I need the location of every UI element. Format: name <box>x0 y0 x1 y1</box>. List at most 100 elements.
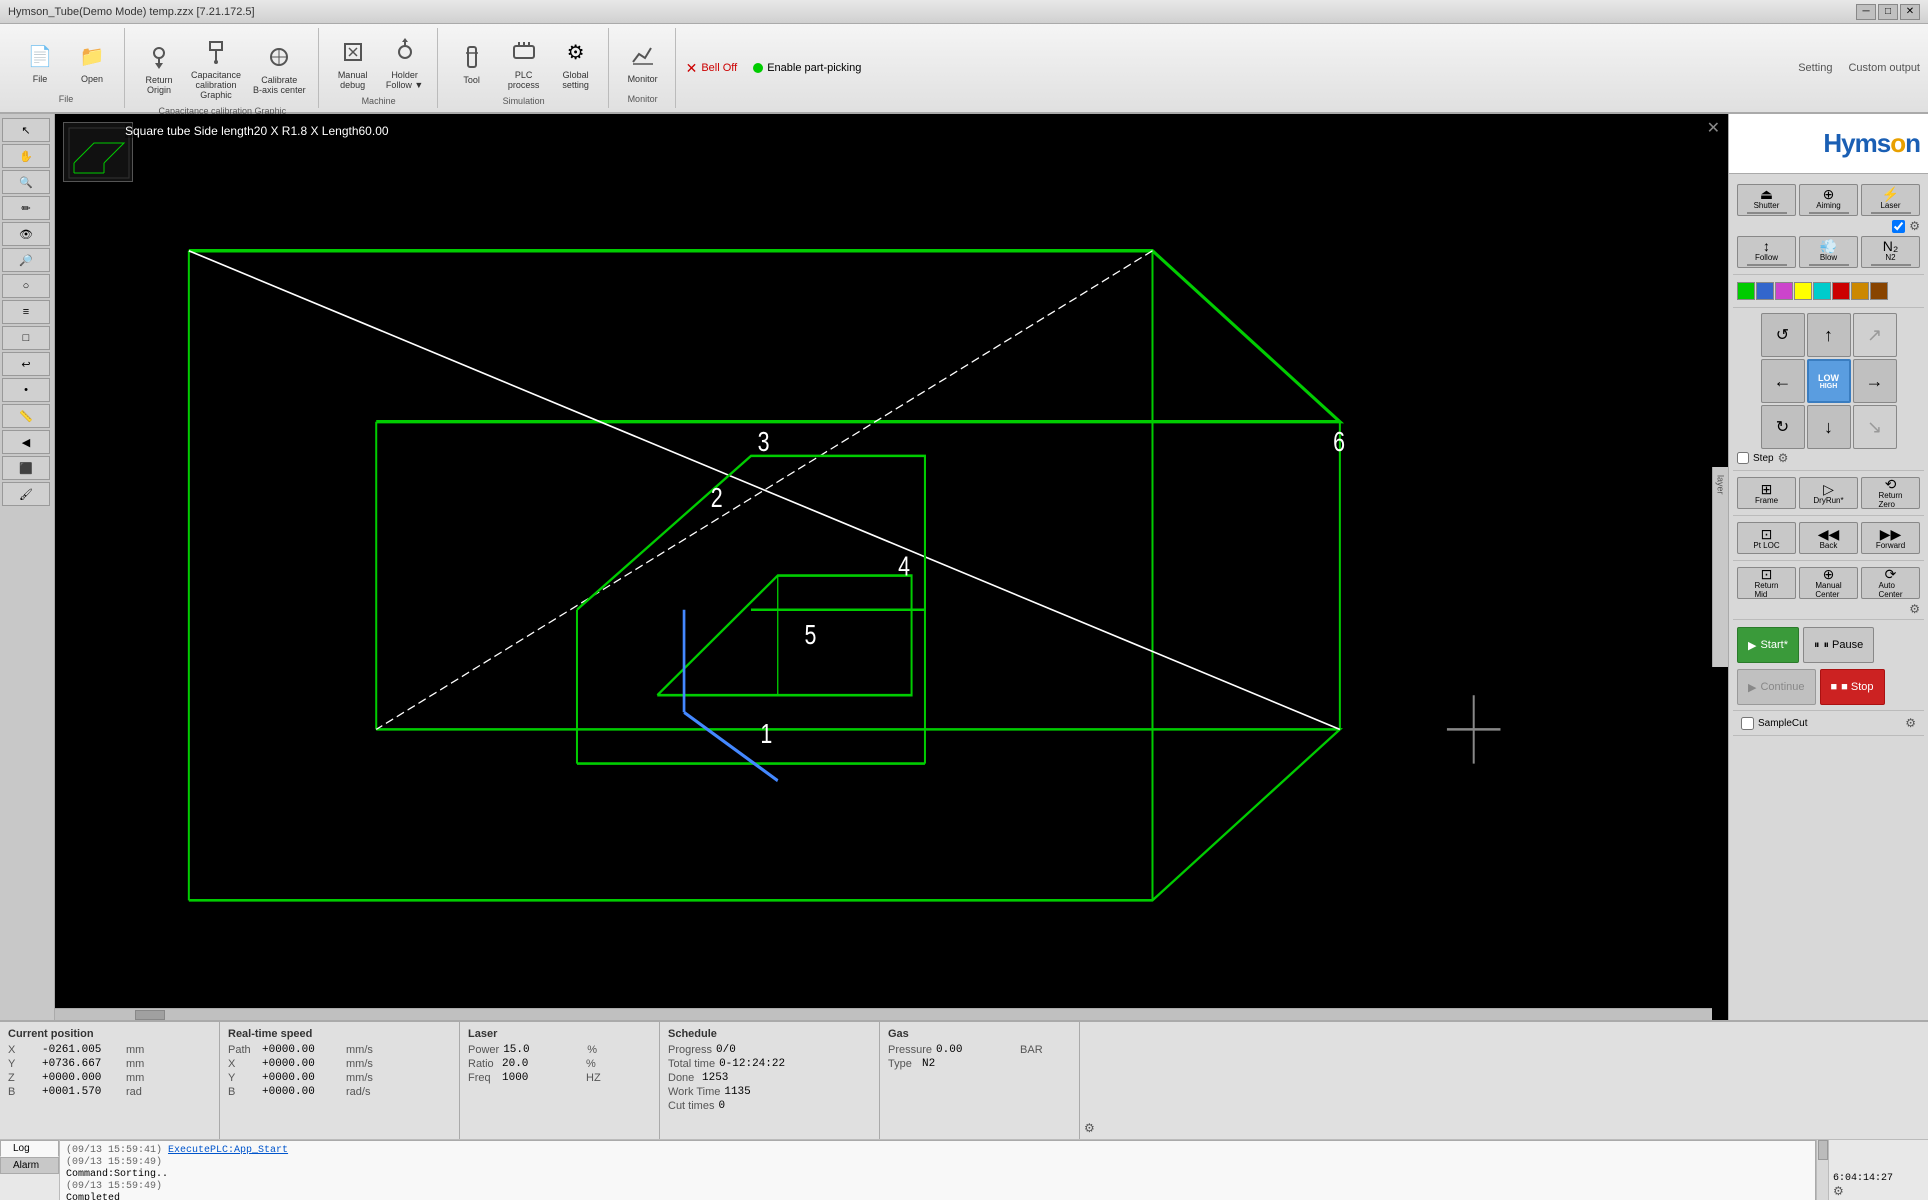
bottom-gear-icon[interactable]: ⚙ <box>1084 1121 1095 1135</box>
window-controls[interactable]: ─ □ ✕ <box>1856 4 1920 20</box>
log-entry-3: Command:Sorting.. <box>66 1169 1809 1180</box>
tool-prev[interactable]: ◀ <box>2 430 50 454</box>
tool-select[interactable]: ↖ <box>2 118 50 142</box>
color-brown[interactable] <box>1870 282 1888 300</box>
stop-button[interactable]: ■ ■ Stop <box>1820 669 1885 705</box>
auto-center-button[interactable]: ⟳ AutoCenter <box>1861 567 1920 599</box>
dry-run-button[interactable]: ▷ DryRun* <box>1799 477 1858 509</box>
setting-label: Setting <box>1798 62 1832 74</box>
step-checkbox[interactable] <box>1737 452 1749 464</box>
log-tab[interactable]: Log <box>0 1140 59 1157</box>
log-settings-icon[interactable]: ⚙ <box>1833 1184 1924 1198</box>
laser-gear-icon[interactable]: ⚙ <box>1909 219 1920 233</box>
move-down-right-button[interactable]: ↘ <box>1853 405 1897 449</box>
calibrate-button[interactable]: CalibrateB-axis center <box>249 37 310 99</box>
center-gear-icon[interactable]: ⚙ <box>1909 602 1920 616</box>
sample-cut-gear-icon[interactable]: ⚙ <box>1905 716 1916 730</box>
back-button[interactable]: ◀◀ Back <box>1799 522 1858 554</box>
return-zero-button[interactable]: ⟲ ReturnZero <box>1861 477 1920 509</box>
tool-zoom-out[interactable]: 🔎 <box>2 248 50 272</box>
restore-button[interactable]: □ <box>1878 4 1898 20</box>
return-mid-icon: ⊡ <box>1761 567 1773 581</box>
tool-brush[interactable]: 🖌 <box>2 482 50 506</box>
color-orange[interactable] <box>1851 282 1869 300</box>
laser-freq-label: Freq <box>468 1072 498 1084</box>
speed-low-high-button[interactable]: LOW HIGH <box>1807 359 1851 403</box>
step-gear-icon[interactable]: ⚙ <box>1778 451 1789 465</box>
return-origin-button[interactable]: ReturnOrigin <box>135 37 183 99</box>
manual-center-button[interactable]: ⊕ ManualCenter <box>1799 567 1858 599</box>
open-button[interactable]: 📁 Open <box>68 36 116 88</box>
color-blue[interactable] <box>1756 282 1774 300</box>
plc-process-button[interactable]: PLCprocess <box>500 32 548 94</box>
color-purple[interactable] <box>1775 282 1793 300</box>
color-cyan[interactable] <box>1813 282 1831 300</box>
holder-follow-button[interactable]: HolderFollow ▼ <box>381 32 429 94</box>
canvas-area[interactable]: Square tube Side length20 X R1.8 X Lengt… <box>55 114 1728 1020</box>
enable-part-picking-item[interactable]: Enable part-picking <box>753 62 861 74</box>
bell-off-item[interactable]: ✕ Bell Off <box>686 60 738 77</box>
speed-title: Real-time speed <box>228 1028 451 1040</box>
forward-button[interactable]: ▶▶ Forward <box>1861 522 1920 554</box>
tool-rect[interactable]: □ <box>2 326 50 350</box>
pt-loc-label: Pt LOC <box>1753 541 1779 550</box>
svg-text:2: 2 <box>711 484 723 514</box>
alarm-tab[interactable]: Alarm <box>0 1157 59 1174</box>
tool-measure[interactable]: 📏 <box>2 404 50 428</box>
color-green[interactable] <box>1737 282 1755 300</box>
manual-debug-button[interactable]: Manualdebug <box>329 32 377 94</box>
tool-circle[interactable]: ○ <box>2 274 50 298</box>
move-down-button[interactable]: ↓ <box>1807 405 1851 449</box>
return-mid-button[interactable]: ⊡ ReturnMid <box>1737 567 1796 599</box>
laser-checkbox[interactable] <box>1892 220 1905 233</box>
log-scrollbar-thumb[interactable] <box>1818 1140 1828 1160</box>
log-entry-4: (09/13 15:59:49) <box>66 1181 1809 1192</box>
shutter-button[interactable]: ⏏ Shutter <box>1737 184 1796 216</box>
pt-loc-button[interactable]: ⊡ Pt LOC <box>1737 522 1796 554</box>
tool-stop-dot[interactable]: ⬛ <box>2 456 50 480</box>
tool-layers[interactable]: ≡ <box>2 300 50 324</box>
color-yellow[interactable] <box>1794 282 1812 300</box>
global-setting-button[interactable]: ⚙ Globalsetting <box>552 32 600 94</box>
rotate-left-button[interactable]: ↺ <box>1761 313 1805 357</box>
log-scrollbar[interactable] <box>1816 1140 1828 1200</box>
aiming-button[interactable]: ⊕ Aiming <box>1799 184 1858 216</box>
color-red[interactable] <box>1832 282 1850 300</box>
laser-button[interactable]: ⚡ Laser <box>1861 184 1920 216</box>
n2-button[interactable]: N₂ N2 <box>1861 236 1920 268</box>
tube-3d-view[interactable]: 3 2 4 5 1 6 <box>55 114 1728 1020</box>
close-button[interactable]: ✕ <box>1900 4 1920 20</box>
start-button[interactable]: ▶ Start* <box>1737 627 1799 663</box>
frame-button[interactable]: ⊞ Frame <box>1737 477 1796 509</box>
move-up-button[interactable]: ↑ <box>1807 313 1851 357</box>
tool-zoom-in[interactable]: 🔍 <box>2 170 50 194</box>
h-scrollbar-thumb[interactable] <box>135 1010 165 1020</box>
global-setting-icon: ⚙ <box>560 36 592 68</box>
move-up-right-button[interactable]: ↗ <box>1853 313 1897 357</box>
new-file-button[interactable]: 📄 File <box>16 36 64 88</box>
pos-y-value: +0736.667 <box>42 1058 122 1070</box>
blow-button[interactable]: 💨 Blow <box>1799 236 1858 268</box>
tool-pen[interactable]: ✏ <box>2 196 50 220</box>
close-canvas-overlay[interactable]: ✕ <box>1707 118 1720 138</box>
follow-button[interactable]: ↕ Follow <box>1737 236 1796 268</box>
h-scrollbar[interactable] <box>55 1008 1712 1020</box>
minimize-button[interactable]: ─ <box>1856 4 1876 20</box>
tool-eye[interactable]: 👁 <box>2 222 50 246</box>
move-left-button[interactable]: ← <box>1761 359 1805 403</box>
tool-undo[interactable]: ↩ <box>2 352 50 376</box>
pause-button[interactable]: ⏸ ⏸ Pause <box>1803 627 1874 663</box>
global-setting-label: Globalsetting <box>562 70 589 90</box>
tool-dot[interactable]: • <box>2 378 50 402</box>
capacitance-button[interactable]: CapacitancecalibrationGraphic <box>187 32 245 104</box>
tool-hand[interactable]: ✋ <box>2 144 50 168</box>
rotate-right-button[interactable]: ↻ <box>1761 405 1805 449</box>
return-zero-icon: ⟲ <box>1885 477 1897 491</box>
tool-button[interactable]: Tool <box>448 37 496 89</box>
sample-cut-checkbox[interactable] <box>1741 717 1754 730</box>
move-right-button[interactable]: → <box>1853 359 1897 403</box>
log-entry-2: (09/13 15:59:49) <box>66 1157 1809 1168</box>
continue-button[interactable]: ▶ Continue <box>1737 669 1816 705</box>
monitor-chart-button[interactable]: Monitor <box>619 36 667 88</box>
log-link-1[interactable]: ExecutePLC:App_Start <box>168 1145 288 1156</box>
